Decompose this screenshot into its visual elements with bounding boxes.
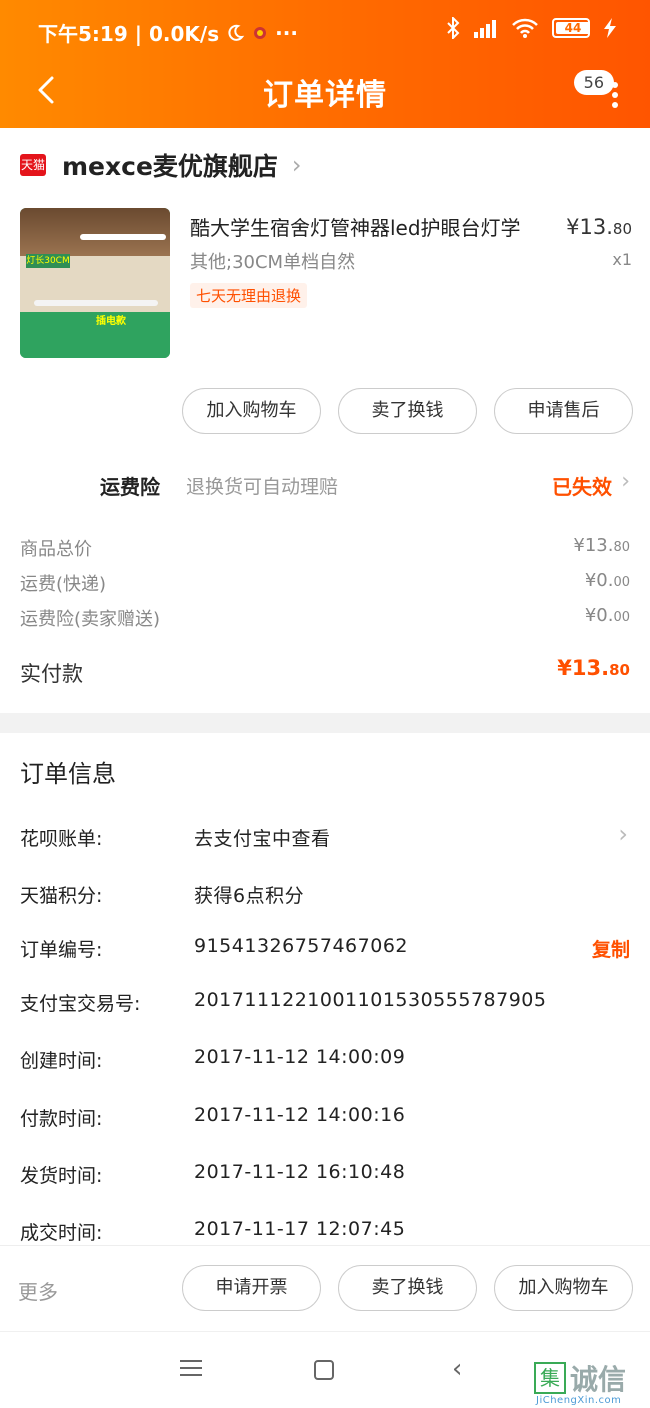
info-value: 2017-11-12 14:00:09 bbox=[194, 1046, 406, 1068]
watermark: 集 诚信 bbox=[534, 1358, 626, 1398]
after-sales-button[interactable]: 申请售后 bbox=[494, 388, 633, 434]
info-value: 2017-11-12 16:10:48 bbox=[194, 1161, 406, 1183]
info-row-huabei[interactable]: 花呗账单: 去支付宝中查看 › bbox=[20, 820, 632, 864]
section-divider bbox=[0, 713, 650, 733]
order-number: 91541326757467062 bbox=[194, 935, 409, 957]
moon-icon bbox=[228, 24, 245, 41]
info-row-alipay: 支付宝交易号: 2017111221001101530555787905 bbox=[20, 989, 632, 1029]
bluetooth-icon bbox=[447, 17, 460, 39]
request-invoice-button[interactable]: 申请开票 bbox=[182, 1265, 321, 1311]
info-row-points: 天猫积分: 获得6点积分 bbox=[20, 881, 632, 921]
order-info-title: 订单信息 bbox=[20, 760, 116, 788]
product-sku: 其他;30CM单档自然 bbox=[190, 252, 356, 273]
cost-label-subtotal: 商品总价 bbox=[20, 539, 92, 560]
status-bar: 下午5:19 | 0.0K/s ··· 44 bbox=[0, 0, 650, 60]
charging-icon bbox=[604, 18, 616, 38]
alipay-trade-number: 2017111221001101530555787905 bbox=[194, 989, 547, 1011]
info-value: 2017-11-17 12:07:45 bbox=[194, 1218, 406, 1240]
cost-label-shipping: 运费(快递) bbox=[20, 574, 107, 595]
wifi-icon bbox=[512, 18, 538, 38]
chevron-right-icon: › bbox=[291, 151, 302, 179]
paid-label: 实付款 bbox=[20, 662, 83, 686]
signal-icon bbox=[474, 20, 496, 38]
info-row-created: 创建时间: 2017-11-12 14:00:09 bbox=[20, 1046, 632, 1086]
product-price: ¥13.80 bbox=[566, 215, 632, 239]
cost-label-insurance: 运费险(卖家赠送) bbox=[20, 609, 161, 630]
insurance-desc: 退换货可自动理赔 bbox=[186, 476, 339, 498]
page-title: 订单详情 bbox=[263, 78, 387, 113]
info-row-shipped: 发货时间: 2017-11-12 16:10:48 bbox=[20, 1161, 632, 1201]
info-label: 支付宝交易号: bbox=[20, 993, 141, 1015]
copy-button[interactable]: 复制 bbox=[592, 935, 630, 962]
bottom-action-bar: 更多 申请开票 卖了换钱 加入购物车 bbox=[0, 1245, 650, 1331]
message-count-badge: 56 bbox=[573, 70, 614, 95]
menu-icon[interactable] bbox=[180, 1360, 202, 1381]
cost-value-insurance: ¥0.00 bbox=[584, 605, 630, 626]
battery-icon: 44 bbox=[552, 18, 590, 38]
shipping-insurance-row[interactable]: 运费险 退换货可自动理赔 已失效 › bbox=[0, 465, 650, 507]
watermark-url: JiChengXin.com bbox=[536, 1395, 622, 1406]
status-time: 下午5:19 | 0.0K/s bbox=[38, 22, 220, 46]
add-to-cart-button[interactable]: 加入购物车 bbox=[494, 1265, 633, 1311]
chevron-right-icon: › bbox=[618, 820, 628, 848]
info-row-order-number: 订单编号: 91541326757467062 复制 bbox=[20, 935, 632, 975]
resell-button[interactable]: 卖了换钱 bbox=[338, 388, 477, 434]
insurance-label: 运费险 bbox=[100, 475, 160, 499]
info-value: 获得6点积分 bbox=[194, 885, 305, 907]
product-image-label: 插电款 bbox=[96, 316, 126, 327]
cost-value-subtotal: ¥13.80 bbox=[573, 535, 630, 556]
shop-name: mexce麦优旗舰店 bbox=[62, 152, 278, 181]
home-icon[interactable] bbox=[314, 1360, 334, 1380]
info-label: 创建时间: bbox=[20, 1050, 103, 1072]
info-row-paid: 付款时间: 2017-11-12 14:00:16 bbox=[20, 1104, 632, 1144]
info-value: 去支付宝中查看 bbox=[194, 828, 331, 850]
app-header: 下午5:19 | 0.0K/s ··· 44 订单详情 56 bbox=[0, 0, 650, 128]
watermark-text: 诚信 bbox=[570, 1363, 627, 1396]
info-label: 订单编号: bbox=[20, 939, 103, 961]
battery-level: 44 bbox=[556, 22, 590, 34]
product-title[interactable]: 酷大学生宿舍灯管神器led护眼台灯学 bbox=[190, 212, 560, 241]
tmall-logo-icon: 天猫 bbox=[20, 154, 46, 176]
shop-row[interactable]: 天猫 mexce麦优旗舰店 › bbox=[20, 146, 302, 184]
info-label: 成交时间: bbox=[20, 1222, 103, 1244]
more-menu-icon[interactable]: 56 bbox=[573, 70, 622, 118]
info-value: 2017-11-12 14:00:16 bbox=[194, 1104, 406, 1126]
product-quantity: x1 bbox=[612, 250, 632, 269]
resell-button[interactable]: 卖了换钱 bbox=[338, 1265, 477, 1311]
cost-value-shipping: ¥0.00 bbox=[584, 570, 630, 591]
more-button[interactable]: 更多 bbox=[18, 1276, 58, 1305]
title-bar: 订单详情 56 bbox=[0, 60, 650, 128]
info-label: 天猫积分: bbox=[20, 885, 103, 907]
status-dots: ··· bbox=[275, 20, 298, 45]
product-image[interactable]: 灯长30CM 插电款 bbox=[20, 208, 170, 358]
watermark-logo-icon: 集 bbox=[534, 1362, 566, 1394]
info-label: 付款时间: bbox=[20, 1108, 103, 1130]
app-notification-icon bbox=[254, 26, 267, 39]
return-policy-tag: 七天无理由退换 bbox=[190, 283, 308, 308]
add-to-cart-button[interactable]: 加入购物车 bbox=[182, 388, 321, 434]
insurance-status: 已失效 bbox=[552, 475, 612, 499]
chevron-right-icon: › bbox=[621, 469, 630, 494]
info-label: 发货时间: bbox=[20, 1165, 103, 1187]
paid-value: ¥13.80 bbox=[557, 656, 630, 680]
nav-back-icon[interactable]: ‹ bbox=[452, 1354, 462, 1384]
info-label: 花呗账单: bbox=[20, 828, 103, 850]
product-image-tag: 灯长30CM bbox=[26, 254, 70, 268]
